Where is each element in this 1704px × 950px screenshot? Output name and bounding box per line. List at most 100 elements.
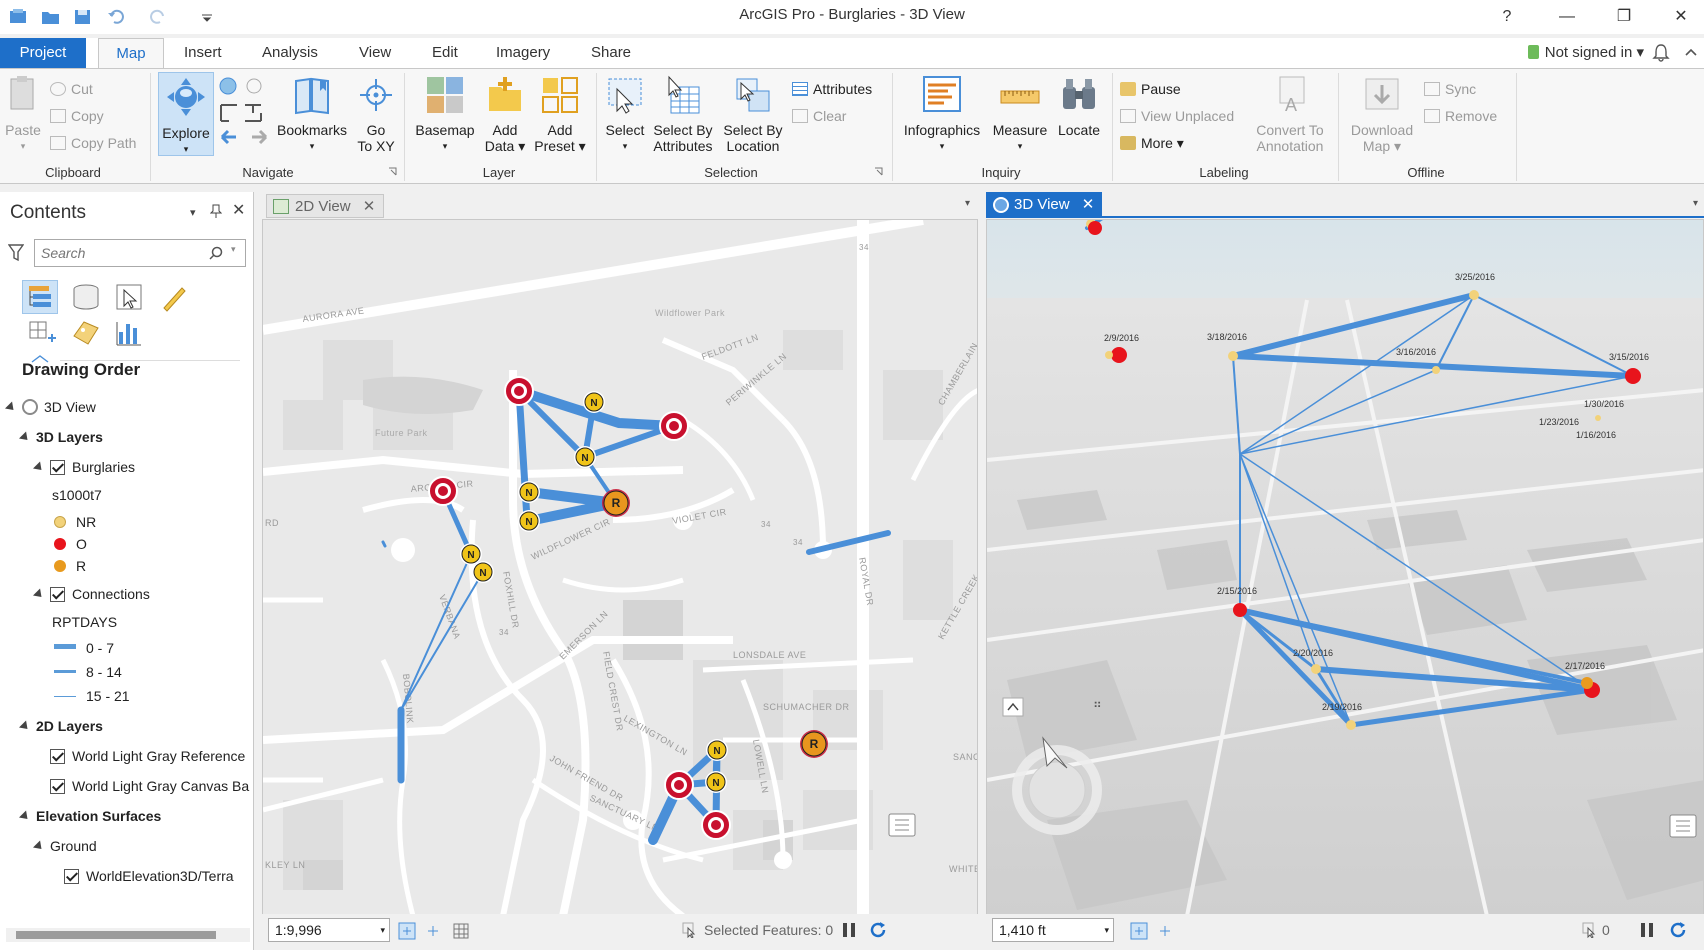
close-pane-icon[interactable]: ✕ (232, 200, 245, 220)
connections-checkbox[interactable] (50, 587, 65, 602)
navigator-center[interactable] (1028, 761, 1086, 819)
burglary-marker-o[interactable] (504, 376, 534, 406)
scale-2d-dropdown[interactable]: 1:9,996 ▾ (268, 918, 390, 942)
map-display-tools-icon[interactable] (398, 922, 482, 940)
tree-burglaries-layer[interactable]: Burglaries (32, 457, 135, 477)
cut-button[interactable]: Cut (50, 79, 93, 99)
tree-3d-layers[interactable]: 3D Layers (18, 427, 103, 447)
tab-insert[interactable]: Insert (172, 38, 234, 68)
bookmarks-button[interactable]: Bookmarks ▾ (274, 75, 350, 154)
convert-to-annotation-button[interactable]: A Convert To Annotation (1248, 75, 1332, 154)
scale-3d-dropdown[interactable]: 1,410 ft ▾ (992, 918, 1114, 942)
list-by-snapping-icon[interactable] (26, 318, 58, 348)
tab-share[interactable]: Share (579, 38, 643, 68)
burglary-marker-o[interactable] (664, 770, 694, 800)
add-preset-button[interactable]: Add Preset ▾ (532, 75, 588, 154)
list-by-labeling-icon[interactable] (70, 318, 102, 348)
horizontal-scrollbar[interactable] (6, 928, 250, 942)
close-button[interactable]: ✕ (1666, 4, 1696, 30)
reference-checkbox[interactable] (50, 749, 65, 764)
burglary-marker-3d[interactable] (1595, 415, 1601, 421)
burglary-marker-n[interactable]: N (518, 481, 540, 503)
tab-project[interactable]: Project (0, 38, 86, 68)
select-by-attributes-button[interactable]: Select By Attributes (650, 75, 716, 154)
burglary-marker-n[interactable]: N (706, 739, 728, 761)
go-to-xy-button[interactable]: Go To XY (354, 75, 398, 154)
selected-features-3d-icon[interactable] (1582, 922, 1598, 938)
burglary-marker-3d[interactable] (1346, 720, 1356, 730)
tree-canvas-layer[interactable]: World Light Gray Canvas Ba (50, 776, 249, 796)
infographics-button[interactable]: Infographics ▾ (898, 75, 986, 154)
burglary-marker-3d[interactable] (1088, 221, 1102, 235)
list-by-drawing-order-button[interactable] (22, 280, 58, 314)
tab-edit[interactable]: Edit (420, 38, 470, 68)
view-tabs-menu-3d-icon[interactable]: ▾ (1693, 198, 1698, 209)
select-by-location-button[interactable]: Select By Location (718, 75, 788, 154)
list-by-selection-icon[interactable] (114, 282, 146, 312)
selection-launcher-icon[interactable] (874, 167, 883, 176)
restore-button[interactable]: ❐ (1609, 4, 1639, 30)
navigate-tools-icon[interactable] (218, 77, 270, 147)
tree-ground[interactable]: Ground (32, 836, 97, 856)
burglary-marker-o[interactable] (701, 810, 731, 840)
locate-button[interactable]: Locate (1052, 75, 1106, 138)
scene-display-tools-icon[interactable] (1130, 922, 1190, 940)
select-button[interactable]: Select ▾ (600, 75, 650, 154)
tab-3d-view[interactable]: 3D View ✕ (986, 192, 1103, 218)
map-3d-scene[interactable]: 3/25/2016 2/9/2016 3/18/2016 3/16/2016 3/15/… (986, 219, 1704, 915)
burglary-marker-n[interactable]: N (583, 391, 605, 413)
list-by-source-icon[interactable] (70, 282, 102, 312)
tab-view[interactable]: View (347, 38, 403, 68)
burglary-marker-r[interactable]: R (800, 730, 828, 758)
pin-icon[interactable] (210, 204, 222, 218)
refresh-icon[interactable] (868, 920, 888, 940)
burglary-marker-3d[interactable] (1469, 290, 1479, 300)
download-map-button[interactable]: Download Map ▾ (1344, 75, 1420, 154)
notifications-bell-icon[interactable] (1652, 43, 1670, 63)
terrain-checkbox[interactable] (64, 869, 79, 884)
burglary-marker-n[interactable]: N (518, 510, 540, 532)
tree-2d-layers[interactable]: 2D Layers (18, 716, 103, 736)
search-input[interactable] (35, 240, 205, 266)
pause-labeling-button[interactable]: Pause (1120, 79, 1181, 99)
paste-button[interactable]: Paste ▾ (4, 75, 42, 154)
basemap-button[interactable]: Basemap ▾ (410, 75, 480, 154)
copy-path-button[interactable]: Copy Path (50, 133, 136, 153)
search-icon[interactable] (209, 246, 223, 260)
tab-map[interactable]: Map (98, 38, 164, 68)
burglary-marker-n[interactable]: N (705, 771, 727, 793)
view-tabs-menu-icon[interactable]: ▾ (965, 198, 970, 209)
burglary-marker-3d[interactable] (1111, 347, 1127, 363)
burglaries-checkbox[interactable] (50, 460, 65, 475)
burglary-marker-3d[interactable] (1311, 664, 1321, 674)
burglary-marker-n[interactable]: N (460, 543, 482, 565)
map-2d-canvas[interactable]: AURORA AVE Wildflower Park FELDOTT LN PE… (262, 219, 978, 915)
tab-analysis[interactable]: Analysis (250, 38, 330, 68)
search-box[interactable]: ▾ (34, 239, 246, 267)
search-options-icon[interactable]: ▾ (231, 244, 236, 255)
burglary-marker-n[interactable]: N (472, 561, 494, 583)
minimize-button[interactable]: — (1552, 4, 1582, 30)
collapse-ribbon-icon[interactable] (1684, 47, 1698, 57)
copy-button[interactable]: Copy (50, 106, 104, 126)
remove-button[interactable]: Remove (1424, 106, 1497, 126)
burglary-marker-n[interactable]: N (574, 446, 596, 468)
burglary-marker-o[interactable] (659, 411, 689, 441)
filter-icon[interactable] (8, 244, 24, 262)
pause-drawing-3d-icon[interactable] (1640, 922, 1654, 938)
tree-connections-layer[interactable]: Connections (32, 584, 150, 604)
canvas-checkbox[interactable] (50, 779, 65, 794)
tree-terrain-layer[interactable]: WorldElevation3D/Terra (64, 866, 234, 886)
sync-button[interactable]: Sync (1424, 79, 1476, 99)
burglary-marker-r[interactable]: R (602, 489, 630, 517)
burglary-marker-3d[interactable] (1105, 351, 1113, 359)
attributes-button[interactable]: Attributes (792, 79, 872, 99)
burglary-marker-3d[interactable] (1581, 677, 1593, 689)
burglary-marker-3d[interactable] (1233, 603, 1247, 617)
explore-button[interactable]: Explore ▾ (158, 72, 214, 156)
selected-features-icon[interactable] (682, 922, 698, 938)
list-by-charts-icon[interactable] (114, 318, 146, 348)
tree-reference-layer[interactable]: World Light Gray Reference (50, 746, 245, 766)
view-unplaced-button[interactable]: View Unplaced (1120, 106, 1234, 126)
tree-elevation-surfaces[interactable]: Elevation Surfaces (18, 806, 161, 826)
